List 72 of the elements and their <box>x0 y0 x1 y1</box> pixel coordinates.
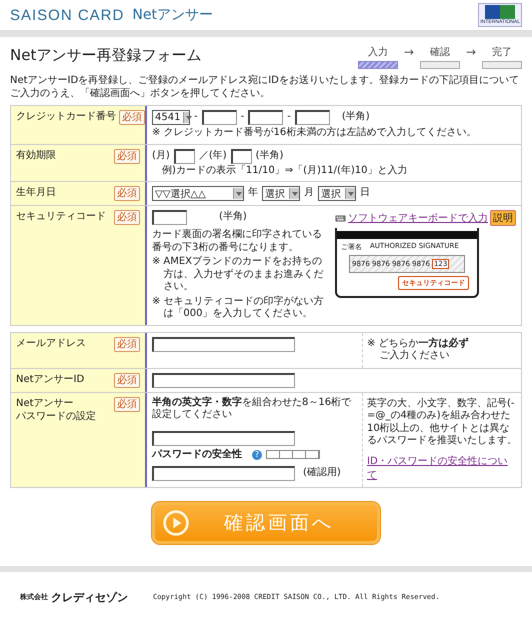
keyboard-link[interactable]: ソフトウェアキーボードで入力 <box>348 211 488 225</box>
step-label: 入力 <box>368 46 388 59</box>
input-field[interactable] <box>174 148 195 164</box>
required-badge: 必須 <box>114 210 140 225</box>
step-arrow: → <box>466 45 476 59</box>
step-arrow: → <box>404 45 414 59</box>
password-field[interactable] <box>152 430 295 446</box>
unit-label: (半角) <box>342 111 370 124</box>
caret-icon <box>289 188 299 199</box>
id-field[interactable] <box>152 372 295 388</box>
hint-text: ※ クレジットカード番号が16桁未満の方は左詰めで入力してください。 <box>152 127 478 140</box>
month-label: (月) <box>152 150 170 162</box>
brand-logo: SAISON CARD <box>10 6 124 24</box>
confirm-label: (確認用) <box>303 467 341 480</box>
strength-label: パスワードの安全性 <box>152 448 242 461</box>
input-field[interactable] <box>152 210 187 225</box>
unit-label: (半角) <box>219 211 247 224</box>
email-field[interactable] <box>152 336 295 352</box>
intro-text: NetアンサーIDを再登録し、ご登録のメールアドレス宛にIDをお送りいたします。登録カードの下記項目についてご入力のうえ、「確認画面へ」ボタンを押してください。 <box>10 75 520 100</box>
note-mark: ※ <box>152 256 160 269</box>
required-badge: 必須 <box>114 186 140 201</box>
caret-icon <box>345 188 355 199</box>
unit-label: 日 <box>360 187 370 200</box>
select-dropdown[interactable]: 選択 <box>318 186 356 201</box>
keyboard-icon <box>335 214 346 222</box>
caret-icon <box>233 188 243 199</box>
separator: - <box>287 111 291 124</box>
required-badge: 必須 <box>114 148 140 164</box>
select-dropdown[interactable]: 4541 <box>152 110 190 125</box>
note-text: ※ どちらか一方は必ず ご入力ください <box>367 338 470 362</box>
select-dropdown[interactable]: ▽▽選択△△ <box>152 186 244 201</box>
input-field[interactable] <box>294 110 330 125</box>
required-badge: 必須 <box>114 372 140 388</box>
input-field[interactable] <box>202 110 237 125</box>
input-field[interactable] <box>230 148 252 164</box>
step-label: 確認 <box>430 46 450 59</box>
logo-mark-icon <box>485 5 516 19</box>
help-icon[interactable]: ? <box>252 450 262 460</box>
required-badge: 必須 <box>119 110 145 125</box>
field-label: クレジットカード番号 <box>16 110 116 123</box>
note-text: 英字の大、小文字、数字、記号(-=@_の4種のみ)を組み合わせた10桁以上の、他サイトとは異なるパスワードを推奨いたします。 <box>367 398 517 448</box>
example-text: 例)カードの表示「11/10」⇒「(月)11/(年)10」と入力 <box>162 164 408 177</box>
select-dropdown[interactable]: 選択 <box>262 186 300 201</box>
instruction-text: 半角の英文字・数字を組合わせた8～16桁で設定してください <box>152 396 352 422</box>
field-label: 有効期限 <box>16 148 56 162</box>
separator: - <box>240 111 244 124</box>
product-name: Netアンサー <box>132 6 213 24</box>
play-icon <box>163 510 189 536</box>
note-mark: ※ <box>152 296 160 308</box>
password-confirm-field[interactable] <box>152 466 295 481</box>
field-label: 生年月日 <box>16 186 56 199</box>
unit-label: 年 <box>248 187 258 200</box>
field-label: メールアドレス <box>16 336 86 350</box>
field-label: Netアンサー パスワードの設定 <box>16 396 96 422</box>
page-title: Netアンサー再登録フォーム <box>10 46 202 65</box>
step-label: 完了 <box>492 46 512 59</box>
unit-label: (半角) <box>256 150 284 162</box>
year-label: ／(年) <box>198 150 227 162</box>
description-text: カード裏面の署名欄に印字されている番号の下3桁の番号になります。 <box>152 229 323 254</box>
unit-label: 月 <box>304 187 314 200</box>
input-field[interactable] <box>248 110 284 125</box>
field-label: NetアンサーID <box>16 372 84 386</box>
note-text: AMEXブランドのカードをお持ちの方は、入力せずそのままお進みください。 <box>163 256 324 294</box>
separator: - <box>194 111 198 124</box>
required-badge: 必須 <box>114 396 140 412</box>
required-badge: 必須 <box>114 336 140 352</box>
caret-icon <box>183 112 189 123</box>
help-button[interactable]: 説明 <box>490 210 516 226</box>
note-text: セキュリティコードの印字がない方は「000」を入力してください。 <box>163 296 324 320</box>
field-label: セキュリティコード <box>16 210 106 223</box>
security-info-link[interactable]: ID・パスワードの安全性について <box>367 454 517 482</box>
company-logo: クレディセゾン <box>51 590 128 604</box>
